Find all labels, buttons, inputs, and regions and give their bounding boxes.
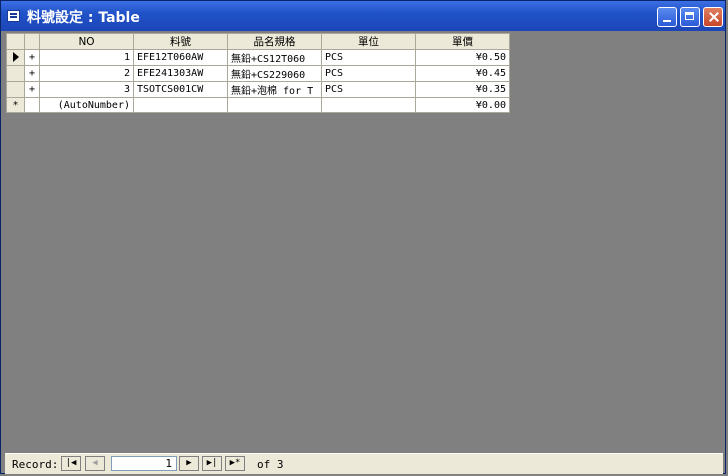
cell-price-default[interactable]: ¥0.00 (415, 97, 510, 113)
maximize-button[interactable] (680, 7, 700, 27)
cell-no[interactable]: 2 (39, 65, 134, 82)
table-row: + 2 EFE241303AW 無鉛+CS229060 PCS ¥0.45 (6, 65, 510, 82)
table-row: + 3 TSOTCS001CW 無鉛+泡棉 for T PCS ¥0.35 (6, 81, 510, 98)
select-all-corner[interactable] (6, 33, 25, 50)
first-record-icon: |◀ (65, 458, 77, 468)
cell-code[interactable]: EFE12T060AW (133, 49, 228, 66)
expand-button[interactable]: + (24, 49, 40, 66)
next-record-icon: ▶ (186, 458, 192, 468)
column-header-no[interactable]: NO (39, 33, 134, 50)
row-selector[interactable] (6, 65, 25, 82)
new-record-button[interactable]: ▶* (225, 456, 245, 471)
column-header-unit[interactable]: 單位 (321, 33, 416, 50)
cell-price[interactable]: ¥0.50 (415, 49, 510, 66)
close-button[interactable] (703, 7, 723, 27)
expand-column-header (24, 33, 40, 50)
last-record-button[interactable]: ▶| (202, 456, 222, 471)
new-record-row: * (AutoNumber) ¥0.00 (6, 97, 510, 113)
column-header-price[interactable]: 單價 (415, 33, 510, 50)
cell-spec[interactable]: 無鉛+CS12T060 (227, 49, 322, 66)
cell-price[interactable]: ¥0.45 (415, 65, 510, 82)
new-record-icon: ▶* (229, 458, 241, 468)
cell-code[interactable]: EFE241303AW (133, 65, 228, 82)
row-selector[interactable] (6, 81, 25, 98)
record-navigation-bar: Record: |◀ ◀ 1 ▶ ▶| ▶* of 3 (5, 453, 723, 474)
previous-record-icon: ◀ (92, 458, 98, 468)
cell-no-autonumber[interactable]: (AutoNumber) (39, 97, 134, 113)
cell-no[interactable]: 3 (39, 81, 134, 98)
cell-spec[interactable]: 無鉛+泡棉 for T (227, 81, 322, 98)
record-count: of 3 (257, 458, 284, 471)
cell-code-empty[interactable] (133, 97, 228, 113)
header-row: NO 料號 品名規格 單位 單價 (6, 33, 510, 50)
cell-code[interactable]: TSOTCS001CW (133, 81, 228, 98)
next-record-button[interactable]: ▶ (179, 456, 199, 471)
new-record-selector[interactable]: * (6, 97, 25, 113)
current-record-arrow-icon (12, 52, 19, 62)
expand-cell-empty[interactable] (24, 97, 40, 113)
cell-spec[interactable]: 無鉛+CS229060 (227, 65, 322, 82)
title-bar[interactable]: 料號設定 : Table (1, 1, 725, 31)
cell-unit[interactable]: PCS (321, 81, 416, 98)
record-label: Record: (12, 458, 59, 471)
cell-unit[interactable]: PCS (321, 65, 416, 82)
cell-no[interactable]: 1 (39, 49, 134, 66)
cell-unit-empty[interactable] (321, 97, 416, 113)
last-record-icon: ▶| (206, 458, 218, 468)
cell-price[interactable]: ¥0.35 (415, 81, 510, 98)
record-number-input[interactable]: 1 (111, 456, 177, 471)
cell-spec-empty[interactable] (227, 97, 322, 113)
table-window: 料號設定 : Table NO 料號 品名規格 單位 單價 + 1 EFE12T… (0, 0, 726, 474)
cell-unit[interactable]: PCS (321, 49, 416, 66)
first-record-button[interactable]: |◀ (61, 456, 81, 471)
previous-record-button[interactable]: ◀ (85, 456, 105, 471)
table-icon (7, 10, 20, 22)
row-selector[interactable] (6, 49, 25, 66)
table-row: + 1 EFE12T060AW 無鉛+CS12T060 PCS ¥0.50 (6, 49, 510, 66)
expand-button[interactable]: + (24, 65, 40, 82)
expand-button[interactable]: + (24, 81, 40, 98)
datasheet-grid: NO 料號 品名規格 單位 單價 + 1 EFE12T060AW 無鉛+CS12… (6, 33, 510, 113)
window-title: 料號設定 : Table (27, 10, 140, 26)
column-header-spec[interactable]: 品名規格 (227, 33, 322, 50)
minimize-button[interactable] (657, 7, 677, 27)
column-header-code[interactable]: 料號 (133, 33, 228, 50)
